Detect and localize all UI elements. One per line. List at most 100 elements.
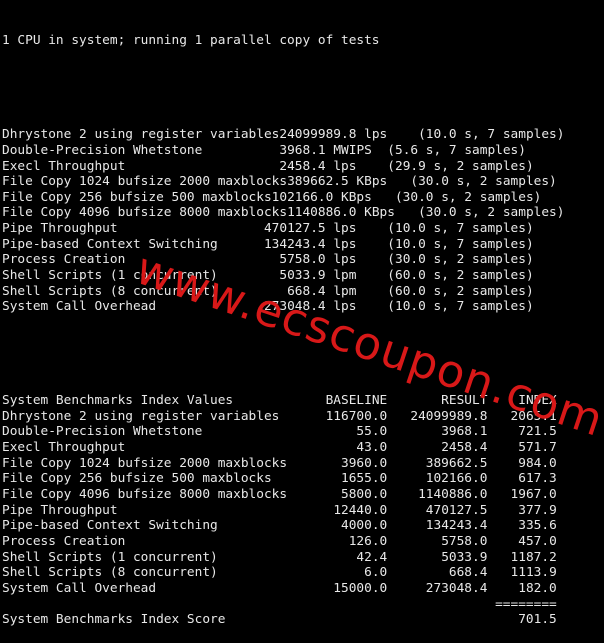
index-table: System Benchmarks Index Values BASELINE … [2, 393, 564, 628]
cell: 126.0 [348, 533, 388, 549]
cell: Process Creation [2, 252, 126, 268]
cell: 5033.9 [279, 267, 326, 283]
cell: Shell Scripts (8 concurrent) [2, 283, 218, 299]
cell: (30.0 s, 2 samples) [387, 252, 534, 268]
cell: (10.0 s, 7 samples) [387, 236, 534, 252]
cell: 2065.1 [510, 408, 557, 424]
header-line: 1 CPU in system; running 1 parallel copy… [2, 33, 380, 49]
cell: MWIPS [333, 142, 372, 158]
cell: 5758.0 [441, 533, 488, 549]
index-row: System Call Overhead 15000.0 273048.4 18… [2, 581, 564, 597]
cell: File Copy 4096 bufsize 8000 maxblocks [2, 205, 288, 221]
cell: 1113.9 [510, 565, 557, 581]
cell: ======== [495, 596, 557, 612]
cell: 617.3 [518, 471, 557, 487]
cell: 389662.5 [425, 455, 488, 471]
cell: INDEX [518, 393, 557, 409]
cell: (10.0 s, 7 samples) [418, 127, 565, 143]
cell: 24099989.8 [410, 408, 488, 424]
cell: 470127.5 [263, 221, 326, 237]
cell: 102166.0 [271, 189, 334, 205]
cell: Pipe-based Context Switching [2, 236, 218, 252]
cell: 457.0 [518, 533, 557, 549]
index-row: Pipe-based Context Switching 4000.0 1342… [2, 518, 564, 534]
cell: 2458.4 [279, 158, 326, 174]
cell: Dhrystone 2 using register variables [2, 127, 280, 143]
cell: File Copy 1024 bufsize 2000 maxblocks [2, 455, 288, 471]
cell: 470127.5 [425, 502, 488, 518]
terminal-output[interactable]: 1 CPU in system; running 1 parallel copy… [2, 2, 564, 643]
cell: 102166.0 [425, 471, 488, 487]
cell: lps [333, 221, 357, 237]
result-line: Shell Scripts (1 concurrent) 5033.9 lpm … [2, 268, 564, 284]
cell: BASELINE [325, 393, 388, 409]
result-line: Process Creation 5758.0 lps (30.0 s, 2 s… [2, 252, 564, 268]
cell: 5800.0 [341, 487, 388, 503]
cell: 15000.0 [333, 580, 388, 596]
cell: KBps [356, 174, 388, 190]
cell: 1140886.0 [287, 205, 357, 221]
index-row: File Copy 1024 bufsize 2000 maxblocks 39… [2, 456, 564, 472]
cell: Pipe Throughput [2, 502, 118, 518]
cell: 5758.0 [279, 252, 326, 268]
result-line: Pipe Throughput 470127.5 lps (10.0 s, 7 … [2, 221, 564, 237]
cell: lps [333, 236, 357, 252]
cell: (30.0 s, 2 samples) [394, 189, 542, 205]
result-line: Dhrystone 2 using register variables2409… [2, 127, 564, 143]
result-line: Shell Scripts (8 concurrent) 668.4 lpm (… [2, 284, 564, 300]
cell: 4000.0 [341, 518, 388, 534]
cell: Double-Precision Whetstone [2, 424, 203, 440]
cell: (60.0 s, 2 samples) [387, 283, 534, 299]
cell: KBps [364, 205, 395, 221]
cell: 389662.5 [287, 174, 349, 190]
cell: lps [333, 252, 357, 268]
cell: 668.4 [448, 565, 488, 581]
cell: 3968.1 [279, 142, 326, 158]
index-header: System Benchmarks Index Values BASELINE … [2, 393, 564, 409]
cell: 24099989.8 [279, 127, 357, 143]
cell: Shell Scripts (1 concurrent) [2, 267, 218, 283]
index-row: Process Creation 126.0 5758.0 457.0 [2, 534, 564, 550]
cell: 134243.4 [263, 236, 326, 252]
cell: lps [333, 158, 357, 174]
cell: (30.0 s, 2 samples) [410, 174, 557, 190]
test-results: Dhrystone 2 using register variables2409… [2, 127, 564, 315]
cell: Execl Throughput [2, 440, 126, 456]
cell: 571.7 [518, 440, 557, 456]
cell: 182.0 [518, 580, 557, 596]
cell: System Benchmarks Index Score [2, 612, 226, 628]
cell: lpm [333, 283, 357, 299]
cell: 1655.0 [341, 471, 388, 487]
cell: 273048.4 [263, 299, 326, 315]
cell: Process Creation [2, 533, 126, 549]
cell: lps [364, 127, 388, 143]
result-line: Execl Throughput 2458.4 lps (29.9 s, 2 s… [2, 159, 564, 175]
cell: File Copy 256 bufsize 500 maxblocks [2, 189, 272, 205]
cell: System Call Overhead [2, 580, 157, 596]
cell: (5.6 s, 7 samples) [387, 142, 526, 158]
cell: Pipe-based Context Switching [2, 518, 218, 534]
cell: File Copy 256 bufsize 500 maxblocks [2, 471, 272, 487]
result-line: File Copy 4096 bufsize 8000 maxblocks114… [2, 205, 564, 221]
index-row: Execl Throughput 43.0 2458.4 571.7 [2, 440, 564, 456]
cell: (10.0 s, 7 samples) [387, 221, 534, 237]
cell: 377.9 [518, 502, 557, 518]
cell: File Copy 4096 bufsize 8000 maxblocks [2, 487, 288, 503]
cell: 1140886.0 [418, 487, 488, 503]
cell: KBps [341, 189, 372, 205]
index-row: Pipe Throughput 12440.0 470127.5 377.9 [2, 503, 564, 519]
cell: 721.5 [518, 424, 557, 440]
cell: 701.5 [518, 612, 557, 628]
cell: System Call Overhead [2, 299, 157, 315]
index-row: File Copy 256 bufsize 500 maxblocks 1655… [2, 471, 564, 487]
cell: 273048.4 [425, 580, 488, 596]
index-row: Dhrystone 2 using register variables 116… [2, 409, 564, 425]
cell: lps [333, 299, 357, 315]
result-line: File Copy 1024 bufsize 2000 maxblocks389… [2, 174, 564, 190]
cell: 134243.4 [425, 518, 488, 534]
cell: lpm [333, 267, 357, 283]
cell: 12440.0 [333, 502, 388, 518]
cell: 2458.4 [441, 440, 488, 456]
